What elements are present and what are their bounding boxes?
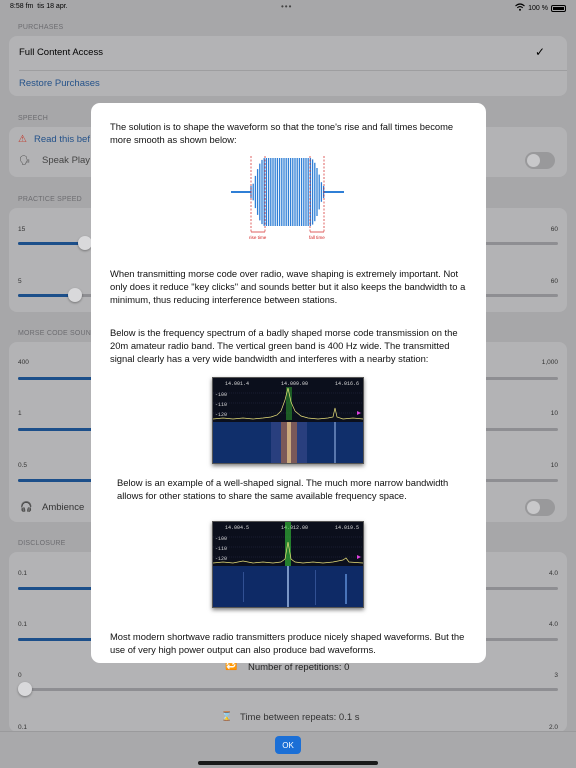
paragraph-intro: The solution is to shape the waveform so… xyxy=(110,121,454,146)
bad-signal-spectrum: 14.001.4 14.009.00 14.016.6 -100 -110 -1… xyxy=(212,377,364,464)
svg-text:14.016.6: 14.016.6 xyxy=(335,381,359,387)
status-time: 8:58 fm tis 18 apr. xyxy=(10,3,68,10)
slider-knob[interactable] xyxy=(78,236,92,250)
ambience-toggle[interactable] xyxy=(525,499,555,516)
paragraph-good-spectrum: Below is an example of a well-shaped sig… xyxy=(117,477,449,502)
speak-play-toggle[interactable] xyxy=(525,152,555,169)
speaking-person-icon: 🗣 xyxy=(19,155,31,165)
ambience-label: Ambience xyxy=(42,502,85,513)
restore-purchases-link[interactable]: Restore Purchases xyxy=(19,78,100,89)
slider-knob[interactable] xyxy=(18,682,32,696)
battery-icon xyxy=(551,4,566,12)
full-access-row[interactable]: Full Content Access xyxy=(19,47,103,58)
svg-text:14.019.5: 14.019.5 xyxy=(335,525,359,531)
time-between-repeats-label: Time between repeats: 0.1 s xyxy=(240,712,360,723)
svg-text:14.004.5: 14.004.5 xyxy=(225,525,249,531)
section-header-disclosure: DISCLOSURE xyxy=(18,540,66,547)
paragraph-wave-shaping: When transmitting morse code over radio,… xyxy=(110,268,466,306)
purchases-group: Full Content Access ✓ Restore Purchases xyxy=(9,36,567,96)
paragraph-bad-spectrum: Below is the frequency spectrum of a bad… xyxy=(110,327,458,365)
headphones-icon: 🎧 xyxy=(20,502,33,513)
svg-text:14.001.4: 14.001.4 xyxy=(225,381,249,387)
hourglass-icon: ⌛ xyxy=(221,711,233,721)
wave-shaping-info-sheet: The solution is to shape the waveform so… xyxy=(91,103,486,663)
fall-time-label: fall time xyxy=(309,235,325,240)
slider-knob[interactable] xyxy=(68,288,82,302)
section-header-purchases: PURCHASES xyxy=(18,24,64,31)
battery-percent: 100 % xyxy=(528,4,548,12)
checkmark-icon: ✓ xyxy=(534,45,545,59)
read-this-link[interactable]: Read this bef xyxy=(34,134,90,145)
wifi-icon xyxy=(515,3,526,13)
warning-icon: ⚠ xyxy=(18,134,27,145)
home-indicator[interactable] xyxy=(198,761,378,765)
ok-button[interactable]: OK xyxy=(275,736,301,754)
paragraph-conclusion: Most modern shortwave radio transmitters… xyxy=(110,631,465,656)
good-signal-spectrum: 14.004.5 14.012.00 14.019.5 -100 -110 -1… xyxy=(212,521,364,608)
speak-play-label: Speak Play xyxy=(42,155,91,166)
section-header-speech: SPEECH xyxy=(18,115,48,122)
section-header-practice-speed: PRACTICE SPEED xyxy=(18,196,82,203)
rise-time-label: rise time xyxy=(249,235,267,240)
shaped-waveform-diagram: rise time fall time xyxy=(231,156,344,240)
svg-text:14.009.00: 14.009.00 xyxy=(281,381,308,387)
section-header-morse-sound: MORSE CODE SOUN xyxy=(18,330,92,337)
repetitions-label: Number of repetitions: 0 xyxy=(248,662,350,673)
multitasking-dots-icon[interactable]: ••• xyxy=(281,2,292,11)
status-bar: 8:58 fm tis 18 apr. ••• 100 % xyxy=(0,0,576,14)
repetitions-slider[interactable] xyxy=(18,688,558,691)
